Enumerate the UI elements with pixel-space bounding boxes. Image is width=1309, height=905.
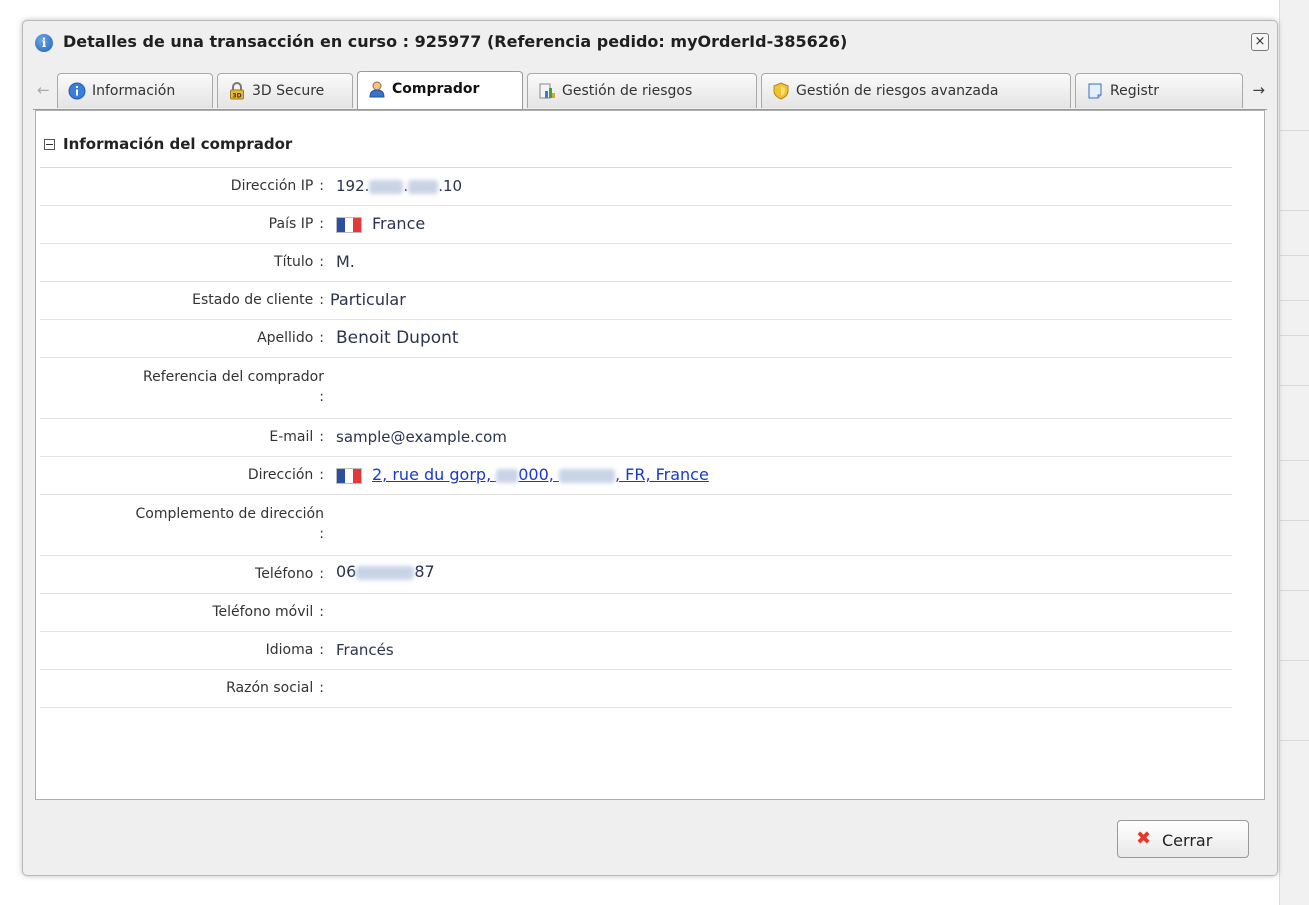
buyer-icon — [369, 81, 385, 98]
field-row-address-complement: Complemento de dirección: — [40, 495, 1232, 556]
title-value: M. — [336, 252, 355, 271]
field-label: País IP — [268, 216, 314, 232]
customer-status-value: Particular — [330, 290, 406, 309]
field-row-ip-country: País IP: France — [40, 206, 1232, 244]
field-label: Idioma — [265, 642, 314, 658]
france-flag-icon — [336, 467, 362, 484]
field-row-ip-address: Dirección IP: 192.. .10 — [40, 168, 1232, 206]
tab-comprador[interactable]: Comprador — [357, 71, 523, 109]
last-name-value: Benoit Dupont — [336, 328, 459, 348]
field-label: Estado de cliente — [192, 292, 314, 308]
tab-bar: ← Información 3D 3D Secure Comprador Ges… — [33, 69, 1267, 110]
tab-label: Comprador — [392, 81, 480, 97]
svg-text:3D: 3D — [232, 93, 241, 100]
field-row-company-name: Razón social: — [40, 670, 1232, 708]
close-button-label: Cerrar — [1162, 831, 1213, 850]
field-label: Título — [274, 254, 314, 270]
tab-label: Gestión de riesgos avanzada — [796, 83, 999, 99]
field-row-mobile-phone: Teléfono móvil: — [40, 594, 1232, 632]
tab-registro[interactable]: Registr — [1075, 73, 1243, 108]
dialog-titlebar[interactable]: i Detalles de una transacción en curso :… — [23, 21, 1277, 65]
tab-label: 3D Secure — [252, 83, 325, 99]
tab-label: Registr — [1110, 83, 1160, 99]
tab-gestion-riesgos-avanzada[interactable]: Gestión de riesgos avanzada — [761, 73, 1071, 108]
buyer-panel: Información del comprador Dirección IP: … — [35, 110, 1265, 800]
log-icon — [1088, 83, 1102, 99]
language-value: Francés — [336, 641, 394, 659]
field-row-email: E-mail: sample@example.com — [40, 419, 1232, 457]
collapse-icon[interactable] — [44, 139, 55, 150]
info-icon: i — [35, 34, 53, 52]
tab-informacion[interactable]: Información — [57, 73, 213, 108]
field-label: Teléfono móvil — [212, 604, 314, 620]
ip-address-value: 192.. .10 — [336, 177, 463, 195]
field-label: Dirección IP — [230, 178, 314, 194]
address-value: 2, rue du gorp, 000, , FR, France — [336, 465, 709, 484]
field-label: Teléfono — [255, 566, 314, 582]
tab-3d-secure[interactable]: 3D 3D Secure — [217, 73, 353, 108]
ip-country-value: France — [336, 214, 425, 233]
field-label: Referencia del comprador — [143, 369, 324, 385]
field-row-last-name: Apellido: Benoit Dupont — [40, 320, 1232, 358]
field-label: Apellido — [257, 330, 314, 346]
info-icon — [68, 82, 86, 100]
section-title: Información del comprador — [63, 135, 293, 153]
field-row-title: Título: M. — [40, 244, 1232, 282]
3d-secure-icon: 3D — [230, 82, 244, 100]
phone-value: 06 87 — [336, 562, 435, 581]
buyer-fields-table: Dirección IP: 192.. .10 País IP: France T… — [40, 167, 1232, 708]
tab-gestion-riesgos[interactable]: Gestión de riesgos — [527, 73, 757, 108]
tab-scroll-left-icon[interactable]: ← — [37, 81, 50, 99]
close-icon: ✖ — [1136, 828, 1152, 849]
dialog-title: Detalles de una transacción en curso : 9… — [63, 32, 848, 51]
risk-chart-icon — [539, 83, 555, 99]
email-value: sample@example.com — [336, 428, 507, 446]
tab-label: Información — [92, 83, 176, 99]
tab-label: Gestión de riesgos — [562, 83, 693, 99]
field-row-buyer-reference: Referencia del comprador: — [40, 358, 1232, 419]
field-row-language: Idioma: Francés — [40, 632, 1232, 670]
field-row-customer-status: Estado de cliente: Particular — [40, 282, 1232, 320]
address-link[interactable]: 2, rue du gorp, 000, , FR, France — [372, 465, 709, 484]
background-page-edge — [1279, 0, 1309, 905]
transaction-details-dialog: i Detalles de una transacción en curso :… — [22, 20, 1278, 876]
section-header[interactable]: Información del comprador — [44, 135, 292, 153]
tab-scroll-right-icon[interactable]: → — [1252, 81, 1265, 99]
field-label: Complemento de dirección — [135, 506, 324, 522]
field-label: Razón social — [226, 680, 314, 696]
close-icon[interactable]: × — [1251, 33, 1269, 51]
france-flag-icon — [336, 216, 362, 233]
field-row-address: Dirección: 2, rue du gorp, 000, , FR, Fr… — [40, 457, 1232, 495]
field-label: E-mail — [269, 429, 314, 445]
close-button[interactable]: ✖ Cerrar — [1117, 820, 1249, 858]
field-label: Dirección — [247, 467, 314, 483]
shield-icon — [773, 82, 789, 100]
field-row-phone: Teléfono: 06 87 — [40, 556, 1232, 594]
